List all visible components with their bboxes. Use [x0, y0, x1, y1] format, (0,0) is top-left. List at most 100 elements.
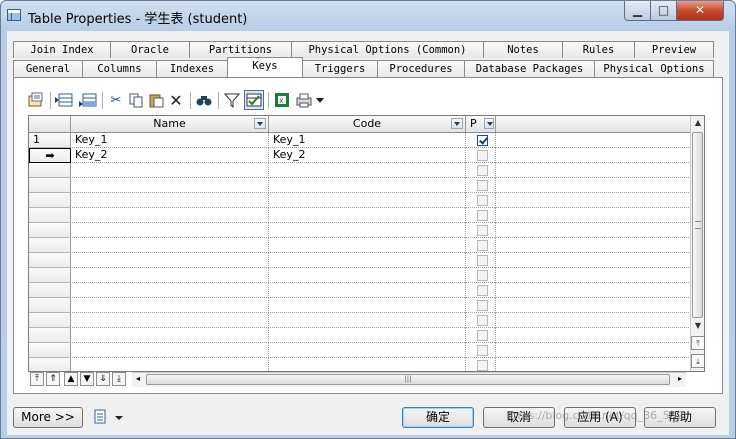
name-cell[interactable]: [71, 208, 269, 223]
tab-preview[interactable]: Preview: [634, 41, 714, 58]
code-cell[interactable]: [269, 283, 466, 298]
properties-icon[interactable]: [26, 90, 46, 110]
tab-triggers[interactable]: Triggers: [302, 60, 378, 77]
menu-dropdown-button[interactable]: [93, 409, 123, 427]
tab-physical-options-common[interactable]: Physical Options (Common): [291, 41, 484, 58]
row-header[interactable]: ➡: [29, 148, 71, 163]
row-header[interactable]: [29, 178, 71, 193]
code-cell[interactable]: [269, 208, 466, 223]
row-header[interactable]: [29, 328, 71, 343]
vertical-scrollbar[interactable]: ▲ ▼ ⤒ ⤓: [690, 116, 704, 371]
minimize-button[interactable]: ▁: [624, 1, 651, 21]
row-header[interactable]: [29, 223, 71, 238]
close-button[interactable]: ✕: [676, 1, 724, 21]
print-icon[interactable]: [294, 90, 314, 110]
primary-checkbox[interactable]: [477, 135, 488, 146]
table-row[interactable]: 1 Key_1 Key_1: [29, 133, 689, 148]
primary-checkbox[interactable]: [477, 315, 488, 326]
primary-checkbox[interactable]: [477, 360, 488, 371]
scroll-down-icon[interactable]: ▼: [691, 319, 704, 333]
chevron-down-icon[interactable]: [254, 118, 266, 129]
table-row[interactable]: [29, 358, 689, 371]
name-cell[interactable]: [71, 163, 269, 178]
chevron-down-icon[interactable]: [484, 118, 494, 129]
primary-checkbox[interactable]: [477, 165, 488, 176]
row-header[interactable]: [29, 208, 71, 223]
table-row[interactable]: [29, 163, 689, 178]
primary-checkbox[interactable]: [477, 285, 488, 296]
primary-checkbox[interactable]: [477, 240, 488, 251]
code-cell[interactable]: [269, 178, 466, 193]
table-row[interactable]: [29, 178, 689, 193]
name-cell[interactable]: [71, 283, 269, 298]
maximize-button[interactable]: □: [650, 1, 677, 21]
move-page-up-icon[interactable]: ⇑: [46, 372, 60, 386]
table-row[interactable]: [29, 283, 689, 298]
column-header-primary[interactable]: P: [466, 116, 496, 132]
move-bottom-icon[interactable]: ⤓: [112, 372, 126, 386]
name-cell[interactable]: [71, 223, 269, 238]
row-header[interactable]: 1: [29, 133, 71, 148]
scroll-bottom-icon[interactable]: ⤓: [691, 354, 704, 368]
name-cell[interactable]: [71, 343, 269, 358]
tab-join-index[interactable]: Join Index: [13, 41, 111, 58]
table-row[interactable]: [29, 328, 689, 343]
move-page-down-icon[interactable]: ⇓: [96, 372, 110, 386]
scroll-left-icon[interactable]: ◂: [132, 373, 144, 385]
code-cell[interactable]: [269, 358, 466, 371]
tab-partitions[interactable]: Partitions: [189, 41, 292, 58]
horizontal-scrollbar[interactable]: ◂ ||| ▸: [132, 372, 686, 387]
name-cell[interactable]: [71, 268, 269, 283]
primary-checkbox[interactable]: [477, 255, 488, 266]
title-bar[interactable]: Table Properties - 学生表 (student) ▁ □ ✕: [1, 1, 735, 31]
move-up-icon[interactable]: ▲: [64, 372, 78, 386]
row-header[interactable]: [29, 343, 71, 358]
delete-icon[interactable]: ✕: [166, 90, 186, 110]
name-cell[interactable]: [71, 193, 269, 208]
row-header[interactable]: [29, 268, 71, 283]
row-header[interactable]: [29, 163, 71, 178]
row-header[interactable]: [29, 283, 71, 298]
name-cell[interactable]: [71, 178, 269, 193]
code-cell[interactable]: [269, 223, 466, 238]
tab-database-packages[interactable]: Database Packages: [464, 60, 595, 77]
name-cell[interactable]: [71, 358, 269, 371]
name-cell[interactable]: [71, 313, 269, 328]
primary-checkbox[interactable]: [477, 210, 488, 221]
name-cell[interactable]: [71, 253, 269, 268]
tab-columns[interactable]: Columns: [82, 60, 157, 77]
tab-keys[interactable]: Keys: [227, 57, 303, 77]
tab-oracle[interactable]: Oracle: [110, 41, 190, 58]
tab-rules[interactable]: Rules: [562, 41, 635, 58]
cut-icon[interactable]: ✂: [106, 90, 126, 110]
primary-checkbox[interactable]: [477, 270, 488, 281]
table-row[interactable]: [29, 268, 689, 283]
table-row[interactable]: [29, 208, 689, 223]
code-cell[interactable]: [269, 298, 466, 313]
table-row[interactable]: [29, 313, 689, 328]
primary-checkbox[interactable]: [477, 345, 488, 356]
column-header-name[interactable]: Name: [71, 116, 269, 132]
table-row[interactable]: [29, 223, 689, 238]
table-row[interactable]: ➡ Key_2 Key_2: [29, 148, 689, 163]
scroll-right-icon[interactable]: ▸: [674, 373, 686, 385]
row-header[interactable]: [29, 253, 71, 268]
insert-row-icon[interactable]: [54, 90, 74, 110]
excel-export-icon[interactable]: x: [272, 90, 292, 110]
chevron-down-icon[interactable]: [451, 118, 463, 129]
table-row[interactable]: [29, 193, 689, 208]
name-cell[interactable]: [71, 238, 269, 253]
code-cell[interactable]: [269, 328, 466, 343]
primary-checkbox[interactable]: [477, 180, 488, 191]
move-down-icon[interactable]: ▼: [80, 372, 94, 386]
code-cell[interactable]: [269, 238, 466, 253]
tab-procedures[interactable]: Procedures: [377, 60, 465, 77]
row-header[interactable]: [29, 298, 71, 313]
dropdown-arrow-icon[interactable]: [314, 90, 326, 110]
row-header[interactable]: [29, 238, 71, 253]
table-row[interactable]: [29, 238, 689, 253]
name-cell[interactable]: Key_2: [71, 148, 269, 163]
table-row[interactable]: [29, 298, 689, 313]
tab-indexes[interactable]: Indexes: [156, 60, 228, 77]
scroll-up-icon[interactable]: ▲: [691, 116, 704, 130]
